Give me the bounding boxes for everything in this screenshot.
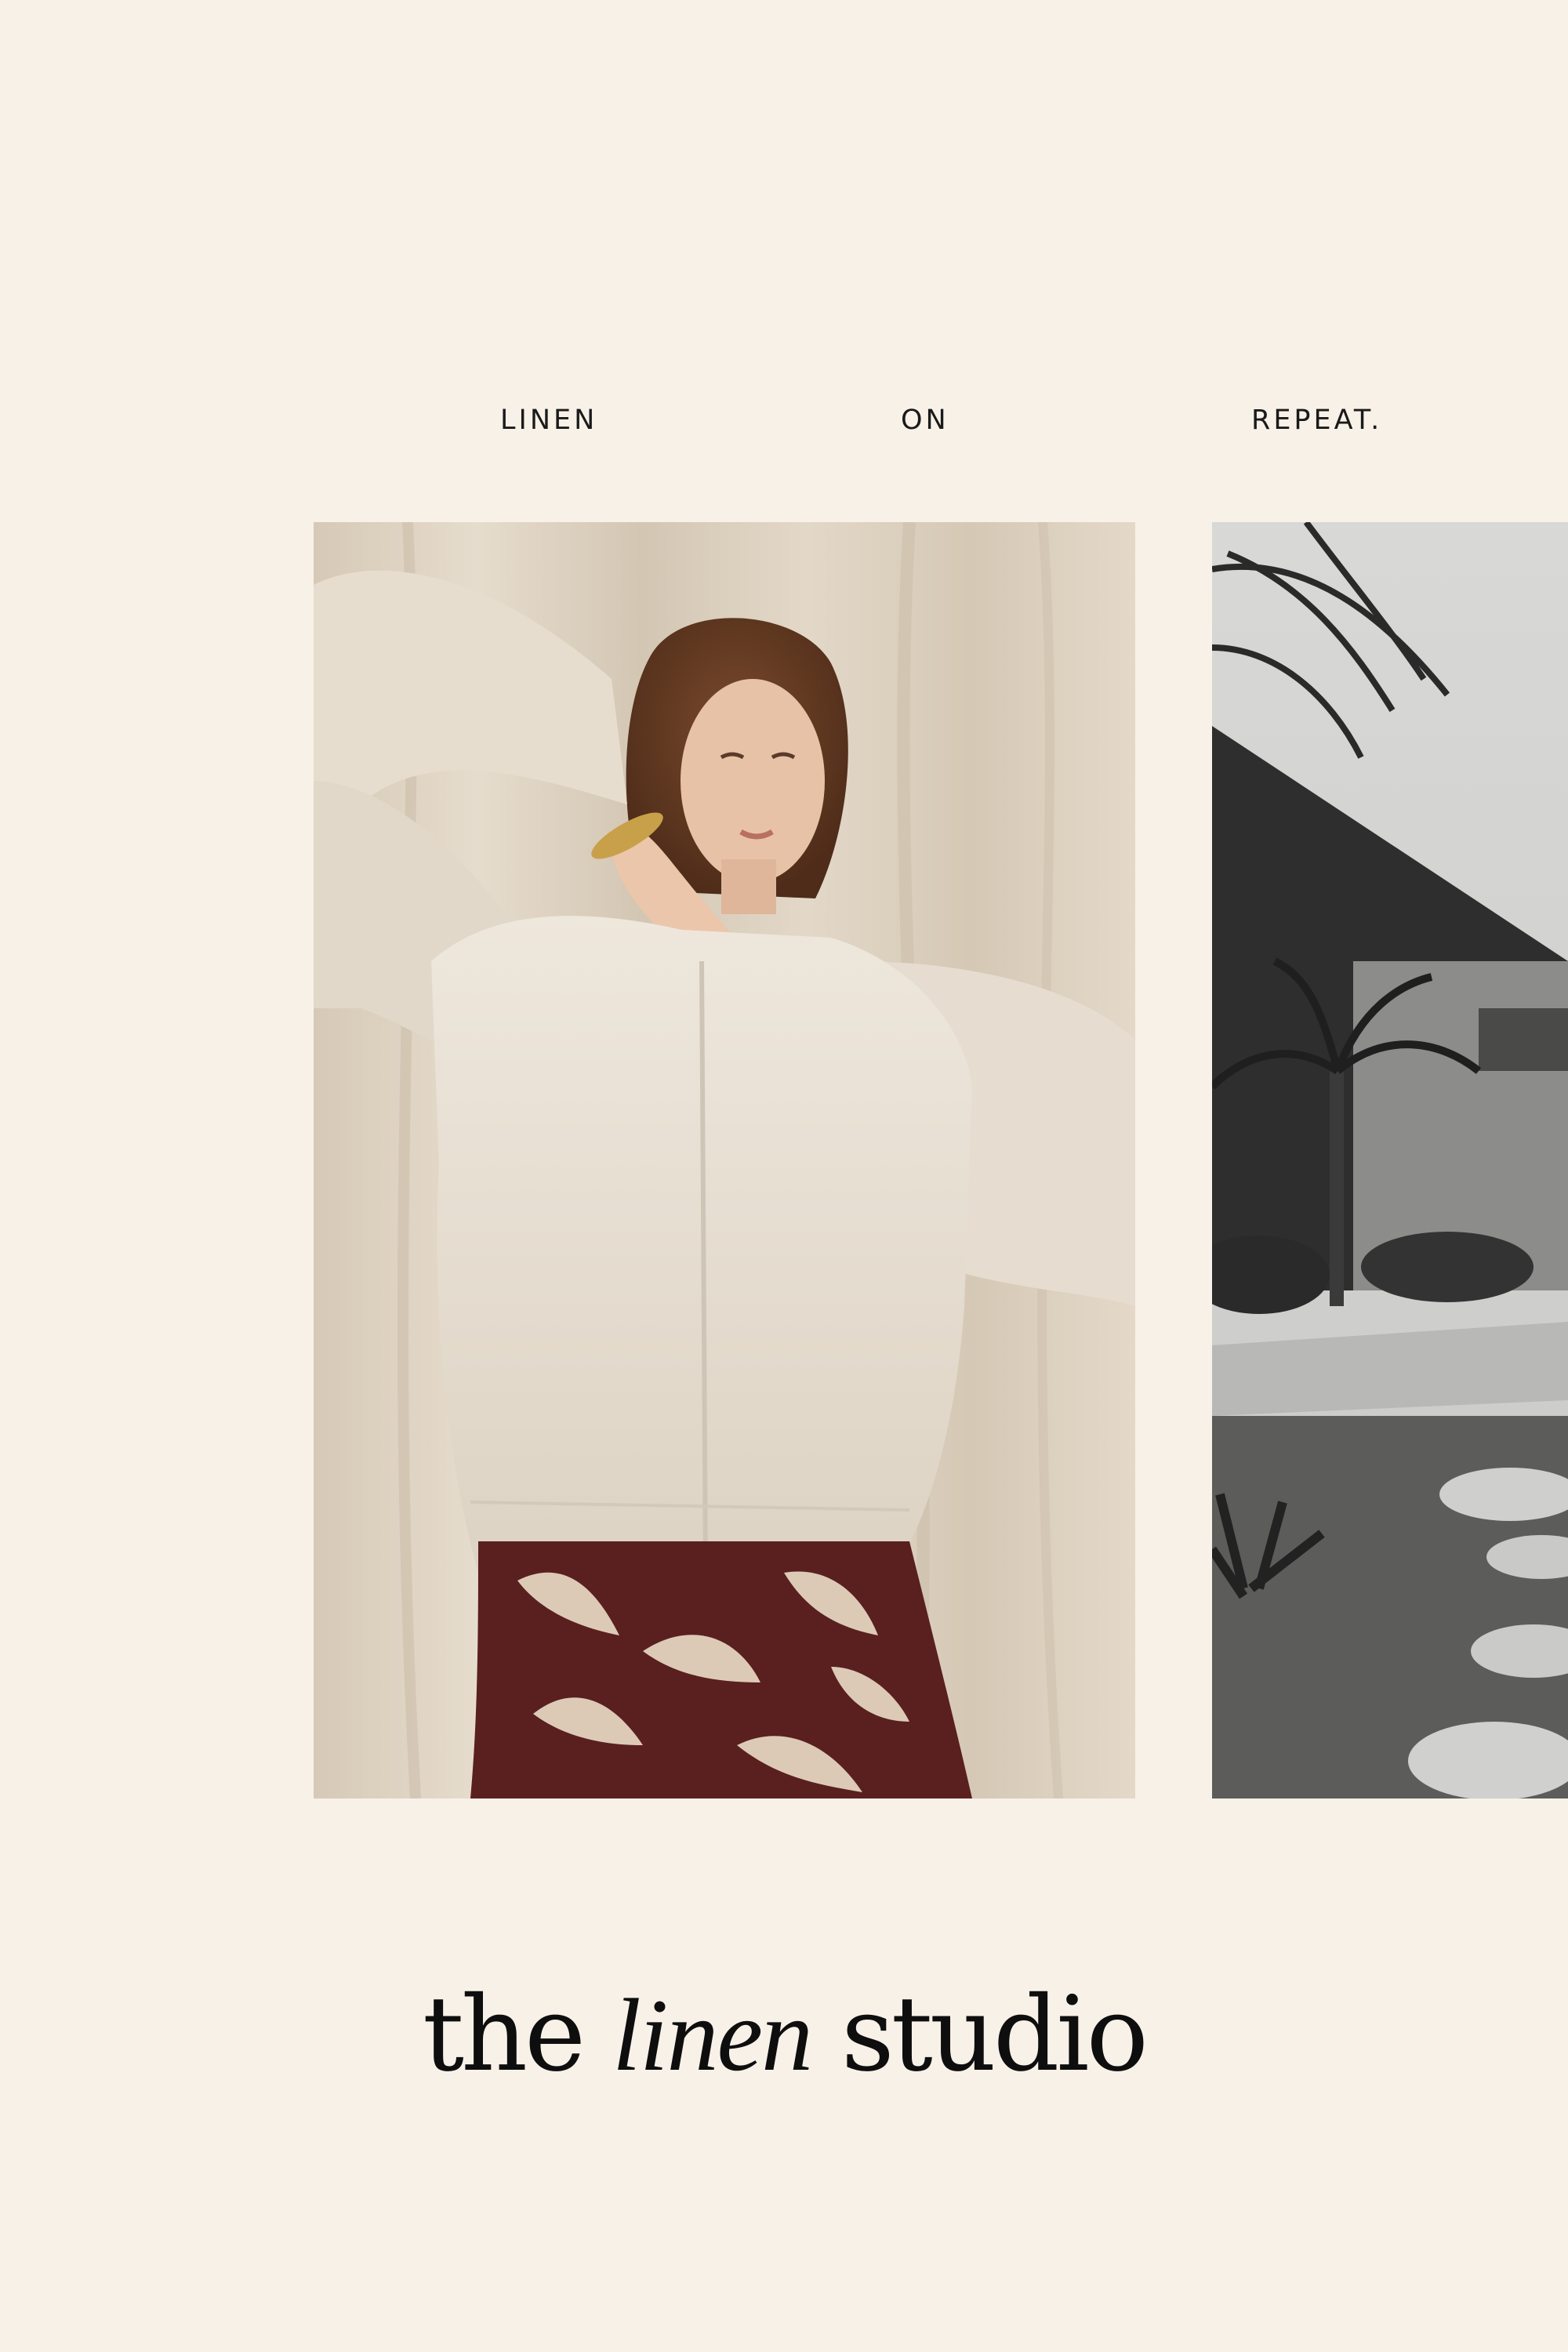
- model-photo: [314, 522, 1135, 1798]
- logo-word-linen: linen: [612, 1977, 813, 2092]
- tagline-word-linen: LINEN: [500, 405, 598, 436]
- logo-word-the: the: [422, 1974, 586, 2095]
- tagline-word-on: ON: [901, 405, 949, 436]
- logo-word-studio: studio: [841, 1974, 1149, 2095]
- palm-garden-illustration: [1212, 522, 1568, 1798]
- brand-logo: the linen studio: [0, 1976, 1568, 2094]
- palm-garden-photo: [1212, 522, 1568, 1798]
- model-illustration: [314, 522, 1135, 1798]
- tagline-word-repeat: REPEAT.: [1251, 405, 1383, 436]
